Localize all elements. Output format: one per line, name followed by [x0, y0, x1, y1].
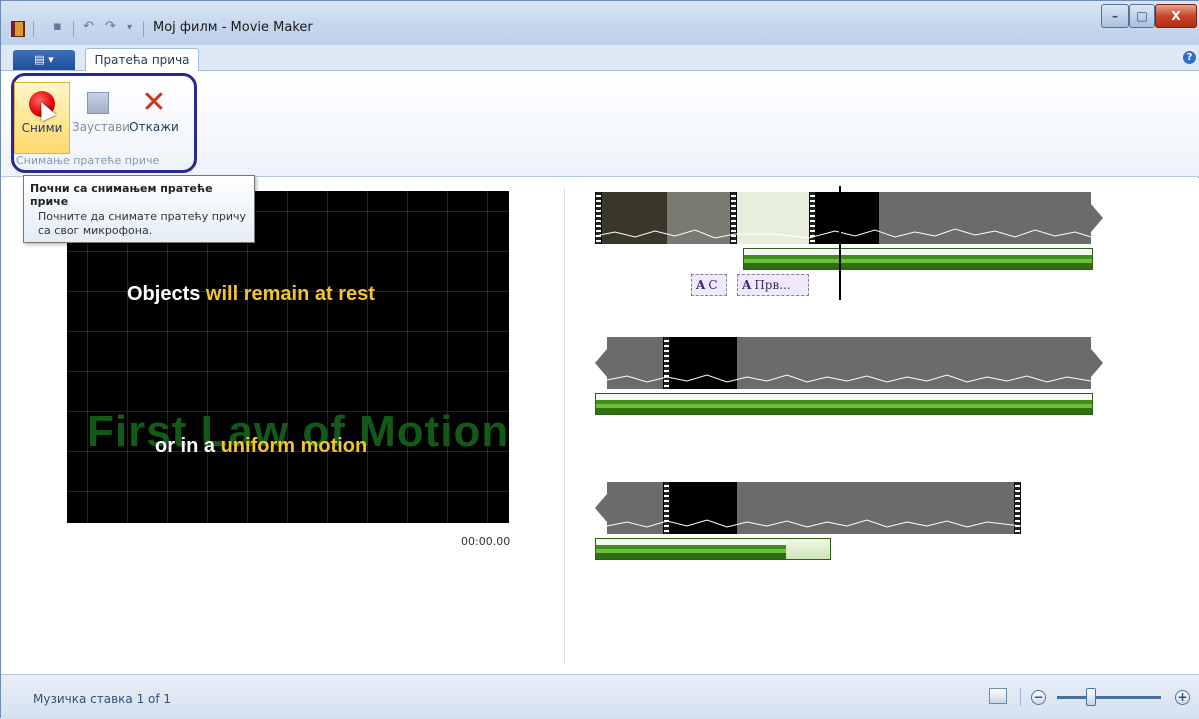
customize-quick-access-icon[interactable]: ▾	[127, 22, 132, 33]
application-menu-button[interactable]: ▤ ▾	[13, 50, 75, 70]
redo-icon[interactable]: ↷	[105, 19, 116, 34]
tooltip-title: Почни са снимањем пратеће приче	[30, 182, 213, 208]
caption-glyph: A	[696, 278, 706, 292]
maximize-button[interactable]: □	[1129, 4, 1155, 28]
preview-timecode: 00:00.00	[461, 535, 511, 548]
group-label: Снимање пратеће приче	[16, 154, 160, 167]
minimize-button[interactable]: –	[1101, 4, 1129, 28]
music-track[interactable]	[595, 393, 1093, 415]
record-tooltip: Почни са снимањем пратеће приче Почните …	[23, 175, 255, 243]
caption-glyph: A	[742, 278, 752, 292]
status-bar: Музичка ставка 1 of 1 − +	[1, 674, 1199, 719]
cancel-button-label: Откажи	[129, 120, 179, 134]
separator	[1020, 688, 1021, 706]
preview-text-yellow: will remain at rest	[205, 283, 375, 305]
help-icon[interactable]: ?	[1183, 51, 1196, 64]
caption-text: Прв...	[754, 278, 791, 292]
clip-continue-right-icon	[1091, 349, 1103, 377]
video-clip-strip[interactable]	[595, 192, 1091, 244]
clip-continue-left-icon	[595, 494, 607, 522]
caption-text: C	[708, 278, 718, 292]
caption-item[interactable]: AC	[691, 274, 727, 296]
stop-button-label: Заустави	[72, 120, 130, 134]
tab-narration[interactable]: Пратећа прича	[85, 48, 199, 72]
window-title: Мој филм - Movie Maker	[153, 20, 313, 35]
title-bar: ▪ ↶ ↷ ▾ Мој филм - Movie Maker – □ X	[1, 1, 1199, 45]
tooltip-body: Почните да снимате пратећу причу са свог…	[38, 210, 247, 237]
playhead[interactable]	[839, 186, 841, 300]
preview-text-white: Objects	[127, 283, 206, 305]
storyboard-view-icon[interactable]	[989, 688, 1007, 704]
zoom-slider-track[interactable]	[1057, 696, 1161, 699]
separator	[73, 21, 74, 37]
stop-button[interactable]: Заустави	[72, 82, 130, 154]
narration-record-group: Сними Заустави ✕ Откажи Снимање пратеће …	[11, 73, 197, 173]
zoom-slider-thumb[interactable]	[1086, 688, 1097, 706]
save-icon[interactable]: ▪	[53, 19, 62, 34]
audio-waveform	[595, 228, 1091, 239]
clip-continue-left-icon	[595, 349, 607, 377]
cancel-icon: ✕	[141, 85, 167, 120]
status-text: Музичка ставка 1 of 1	[33, 692, 172, 706]
preview-text-yellow: uniform motion	[220, 435, 368, 457]
close-button[interactable]: X	[1155, 4, 1197, 28]
record-button-label: Сними	[21, 121, 63, 135]
zoom-out-button[interactable]: −	[1031, 690, 1046, 705]
zoom-in-button[interactable]: +	[1175, 690, 1190, 705]
music-track[interactable]	[743, 248, 1093, 270]
separator	[143, 21, 144, 37]
video-clip-strip[interactable]	[607, 482, 1021, 534]
main-area: Objects will remain at rest First Law of…	[1, 178, 1199, 674]
preview-caption-line2: or in a uniform motion	[155, 435, 367, 458]
movie-maker-window: ▪ ↶ ↷ ▾ Мој филм - Movie Maker – □ X ▤ ▾…	[0, 0, 1199, 719]
ribbon-tab-row: ▤ ▾ Пратећа прича ?	[1, 45, 1199, 72]
movie-maker-app-icon[interactable]	[11, 21, 25, 37]
video-clip-strip[interactable]	[607, 337, 1091, 389]
music-track-end	[786, 539, 830, 559]
preview-caption-line1: Objects will remain at rest	[127, 283, 457, 306]
stop-icon	[87, 92, 109, 114]
preview-text-white: or in a	[155, 435, 221, 457]
caption-item[interactable]: A Прв...	[737, 274, 809, 296]
audio-waveform	[607, 519, 1021, 528]
music-track[interactable]	[595, 538, 831, 560]
clip-continue-right-icon	[1091, 204, 1103, 232]
ribbon: Сними Заустави ✕ Откажи Снимање пратеће …	[1, 71, 1199, 177]
separator	[33, 21, 34, 37]
cancel-button[interactable]: ✕ Откажи	[124, 82, 184, 154]
preview-pane: Objects will remain at rest First Law of…	[9, 178, 564, 674]
pane-divider[interactable]	[564, 188, 565, 664]
audio-waveform	[607, 374, 1091, 383]
undo-icon[interactable]: ↶	[83, 19, 94, 34]
